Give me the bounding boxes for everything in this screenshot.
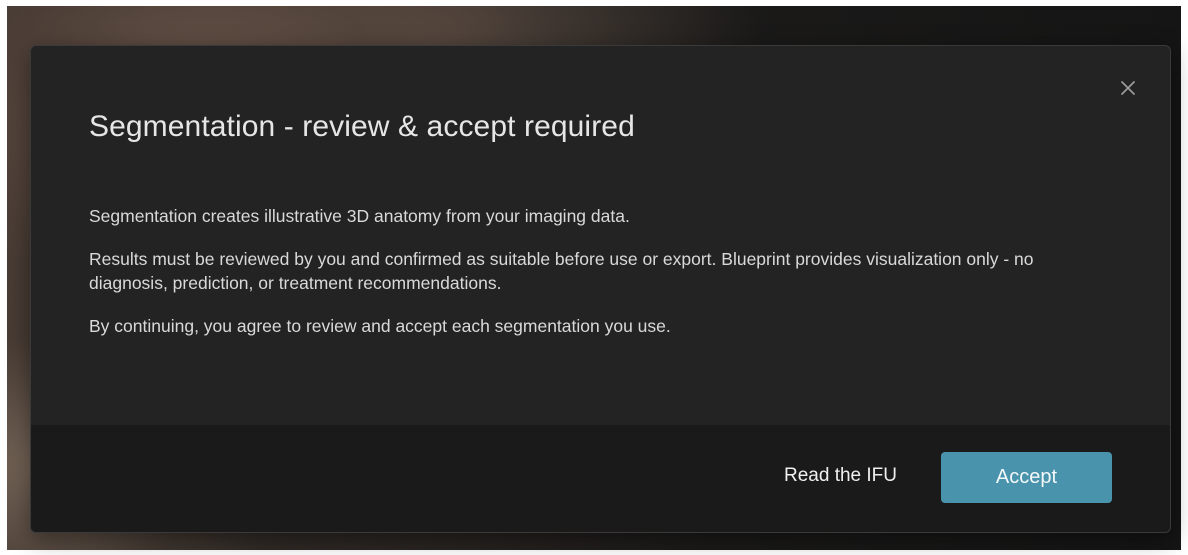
accept-button[interactable]: Accept bbox=[941, 452, 1112, 503]
dialog-body: Segmentation creates illustrative 3D ana… bbox=[89, 204, 1109, 357]
dialog-footer: Read the IFU Accept bbox=[31, 425, 1170, 532]
dialog-paragraph-intro: Segmentation creates illustrative 3D ana… bbox=[89, 206, 630, 226]
dialog-title: Segmentation - review & accept required bbox=[89, 110, 635, 143]
dialog-paragraph-review: Results must be reviewed by you and conf… bbox=[89, 249, 1034, 293]
read-ifu-link[interactable]: Read the IFU bbox=[784, 465, 897, 487]
close-icon bbox=[1121, 81, 1135, 95]
segmentation-dialog: Segmentation - review & accept required … bbox=[30, 45, 1171, 533]
close-button[interactable] bbox=[1116, 76, 1140, 100]
dialog-paragraph-consent: By continuing, you agree to review and a… bbox=[89, 316, 671, 336]
